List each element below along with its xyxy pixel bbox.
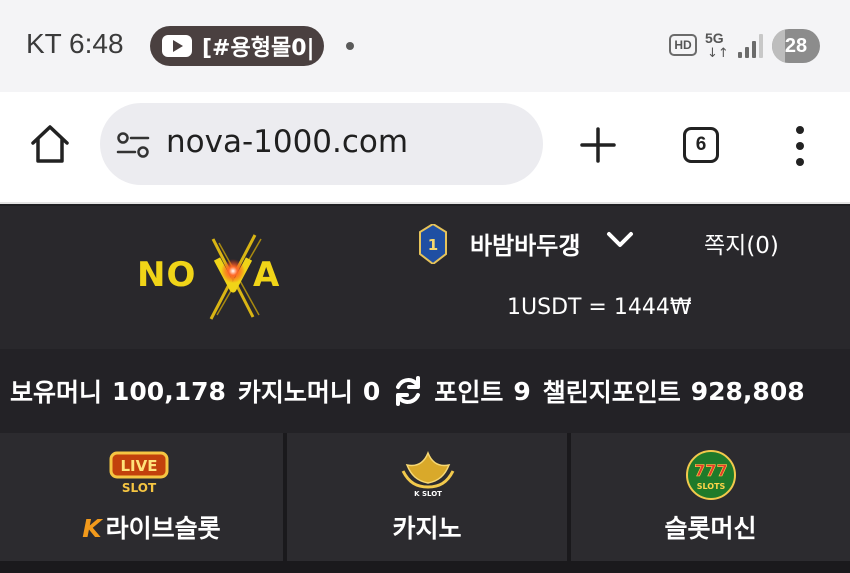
url-text: nova-1000.com [166, 124, 409, 160]
more-menu-icon[interactable] [790, 126, 810, 166]
challenge-point-label: 챌린지포인트 [542, 378, 681, 407]
nav-item-live-slot-label: K 라이브슬롯 [20, 509, 283, 545]
carrier-time: KT 6:48 [26, 28, 124, 59]
tab-switcher-button[interactable]: 6 [683, 127, 719, 163]
nav-item-casino-label: 카지노 [392, 514, 462, 543]
money-label: 보유머니 [10, 378, 103, 407]
network-type-label: 5G [705, 30, 724, 46]
svg-text:SLOTS: SLOTS [697, 482, 726, 491]
new-tab-icon[interactable] [578, 125, 618, 165]
notification-text: [#용형몰0| [202, 36, 315, 61]
chevron-down-icon[interactable] [606, 230, 634, 250]
messages-link[interactable]: 쪽지(0) [704, 226, 779, 260]
notification-dot [346, 42, 354, 50]
hd-voice-icon: HD [669, 34, 697, 56]
live-slot-badge-bottom: SLOT [122, 481, 157, 495]
signal-strength-icon [738, 34, 764, 58]
point-label: 포인트 [434, 378, 504, 407]
casino-money-value: 0 [362, 376, 381, 406]
balance-bar: 보유머니 100,178 카지노머니 0 포인트 9 챌린지포인트 928,80… [0, 349, 850, 433]
status-bar: KT 6:48 [#용형몰0| HD 5G ↓↑ 28 [0, 0, 850, 92]
casino-badge-text: K SLOT [414, 490, 442, 498]
refresh-icon[interactable] [392, 375, 424, 407]
k-brand-icon: K [82, 514, 102, 543]
level-badge-icon: 1 [419, 224, 447, 264]
svg-text:777: 777 [694, 461, 727, 480]
youtube-icon [162, 35, 192, 57]
casino-crown-icon: K SLOT [401, 450, 455, 498]
money-value: 100,178 [112, 376, 226, 406]
challenge-point-value: 928,808 [690, 376, 805, 406]
live-slot-label-text: 라이브슬롯 [105, 514, 221, 543]
nav-item-casino[interactable]: K SLOT 카지노 [287, 433, 567, 561]
game-category-nav: LIVE SLOT K 라이브슬롯 K SLOT 카지노 777 SLOTS 슬롯… [0, 433, 850, 573]
level-number: 1 [428, 236, 438, 254]
nav-item-slot-machine[interactable]: 777 SLOTS 슬롯머신 [571, 433, 850, 561]
browser-toolbar: nova-1000.com 6 [0, 92, 850, 204]
nova-logo[interactable]: NO A [135, 229, 299, 321]
battery-icon: 28 [772, 29, 820, 63]
svg-text:NO: NO [137, 255, 196, 295]
nav-item-slot-machine-label: 슬롯머신 [664, 514, 757, 543]
slot-777-icon: 777 SLOTS [686, 450, 736, 500]
nav-item-live-slot[interactable]: LIVE SLOT K 라이브슬롯 [0, 433, 283, 561]
svg-text:A: A [253, 255, 280, 295]
point-value: 9 [513, 376, 531, 406]
live-slot-icon: LIVE SLOT [109, 451, 169, 495]
address-bar[interactable]: nova-1000.com [100, 103, 543, 185]
casino-money-label: 카지노머니 [237, 378, 353, 407]
site-settings-icon[interactable] [116, 132, 150, 158]
data-activity-icon: ↓↑ [707, 46, 729, 61]
site-header: NO A 1 바밤바두갱 쪽지(0) 1USDT = 1444₩ [0, 206, 850, 349]
exchange-rate: 1USDT = 1444₩ [507, 295, 692, 320]
home-icon[interactable] [28, 122, 72, 166]
battery-level: 28 [784, 35, 808, 57]
youtube-notification-pill[interactable]: [#용형몰0| [150, 26, 324, 66]
username[interactable]: 바밤바두갱 [470, 226, 580, 261]
live-slot-badge-top: LIVE [121, 457, 158, 475]
